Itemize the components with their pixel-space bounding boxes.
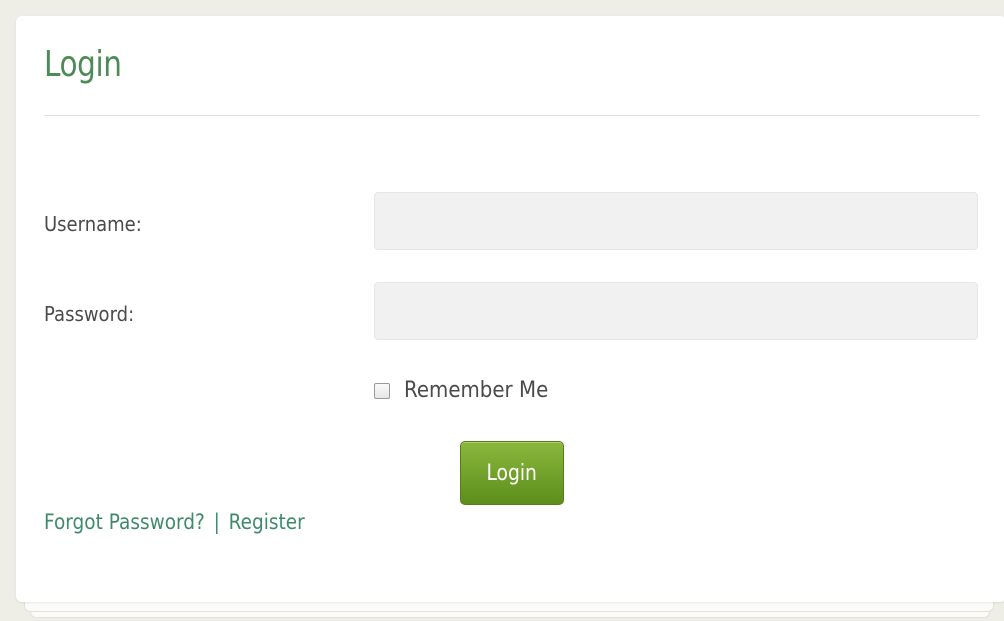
password-input[interactable] (374, 282, 978, 340)
username-label: Username: (44, 212, 142, 236)
auth-links: Forgot Password? | Register (44, 510, 305, 534)
remember-me-row[interactable]: Remember Me (374, 378, 564, 403)
page-title: Login (44, 44, 122, 85)
username-input[interactable] (374, 192, 978, 250)
forgot-password-link[interactable]: Forgot Password? (44, 510, 205, 534)
login-panel: Login Username: Password: Remember Me Lo… (16, 16, 1004, 602)
remember-me-label[interactable]: Remember Me (404, 378, 548, 403)
remember-me-checkbox[interactable] (374, 382, 390, 399)
login-button[interactable]: Login (460, 441, 564, 505)
link-separator: | (213, 510, 220, 534)
title-divider (44, 115, 980, 116)
login-button-label: Login (486, 460, 538, 486)
register-link[interactable]: Register (229, 510, 305, 534)
password-label: Password: (44, 302, 135, 326)
